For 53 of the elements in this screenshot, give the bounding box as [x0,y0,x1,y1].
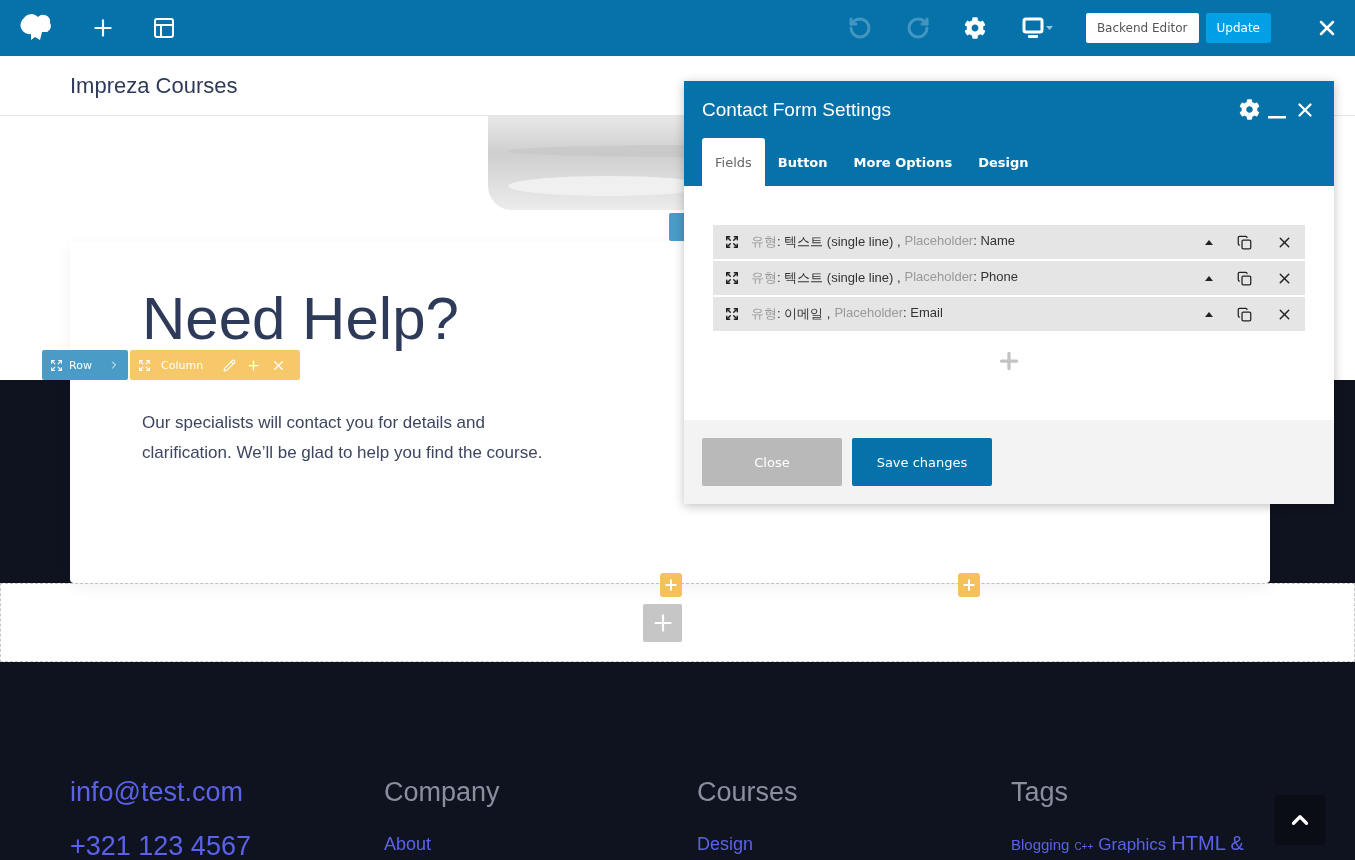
move-handle[interactable] [669,213,685,241]
move-up-icon[interactable] [1205,239,1213,245]
tab[interactable]: More Options [840,138,966,186]
tab[interactable]: Button [764,138,841,186]
type-value: : 텍스트 (single line) , [777,269,901,287]
backend-editor-button[interactable]: Backend Editor [1085,13,1199,43]
save-button[interactable]: Save changes [852,438,992,486]
tab[interactable]: Fields [702,138,765,186]
contact-text: +321 123 4567 [70,830,252,860]
placeholder-value: : Name [973,233,1016,250]
row-button[interactable]: Row [42,350,128,380]
settings-icon[interactable] [963,17,986,39]
tag-link[interactable]: Blogging [1011,836,1070,853]
move-up-icon[interactable] [1205,311,1213,317]
move-icon[interactable] [725,271,739,285]
field-row[interactable]: 유형: 텍스트 (single line) , Placeholder: Phone [713,261,1305,295]
type-label: 유형 [751,269,777,287]
site-logo[interactable]: Impreza Courses [70,72,238,99]
tab[interactable]: Design [965,138,1042,186]
field-row[interactable]: 유형: 이메일 , Placeholder: Email [713,297,1305,331]
move-icon [50,358,63,372]
type-value: : 텍스트 (single line) , [777,233,901,251]
add-icon [961,577,977,593]
duplicate-icon[interactable] [1237,234,1252,250]
tag-link[interactable]: C++ [1074,841,1094,852]
monitor-dropdown-icon[interactable] [1021,17,1054,39]
update-button[interactable]: Update [1205,13,1271,43]
footer-link[interactable]: About [384,832,697,856]
settings-icon[interactable] [1239,99,1260,120]
footer-heading: Company [384,776,501,809]
placeholder-value: : Phone [973,269,1019,286]
section-text: Our specialists will contact you for details and clarification. We’ll be glad to help you find the course. [142,412,544,464]
move-icon[interactable] [725,235,739,249]
type-label: 유형 [751,233,777,251]
footer-link[interactable]: Design [697,832,1011,856]
row-label: Row [69,358,92,372]
contact-text: info@test.com [70,776,244,809]
move-up-icon[interactable] [1205,275,1213,281]
duplicate-icon[interactable] [1237,270,1252,286]
duplicate-icon[interactable] [1237,306,1252,322]
placeholder-value: : Email [903,305,943,322]
tag-link[interactable]: Graphics [1098,835,1167,855]
footer-heading: Courses [697,776,799,809]
type-label: 유형 [751,305,777,323]
layout-icon[interactable] [152,16,176,40]
tag-link[interactable]: HTML & [1171,832,1244,855]
scroll-top-button[interactable] [1275,795,1325,845]
field-row[interactable]: 유형: 텍스트 (single line) , Placeholder: Name [713,225,1305,259]
footer-heading: Tags [1011,776,1070,809]
add-icon [663,577,679,593]
type-value: : 이메일 , [777,305,831,323]
dialog-title: Contact Form Settings [702,98,893,121]
move-icon[interactable] [725,307,739,321]
